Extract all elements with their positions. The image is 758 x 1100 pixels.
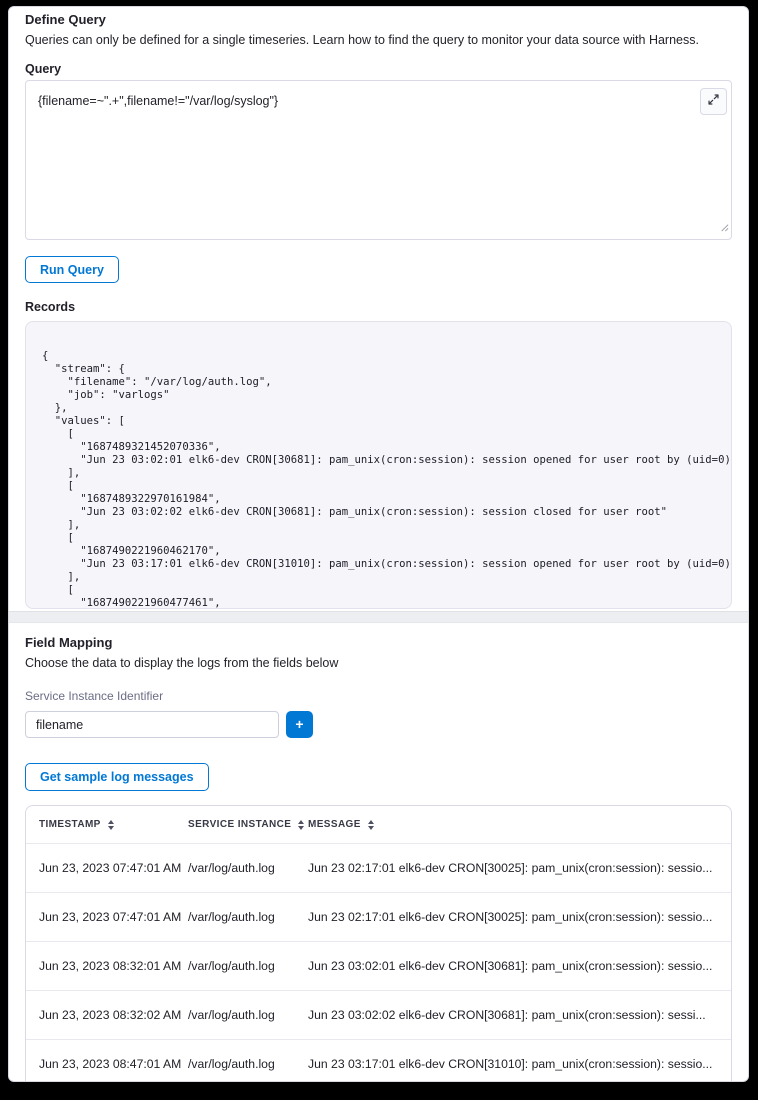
column-header-label: SERVICE INSTANCE xyxy=(188,819,291,830)
resize-grip-icon[interactable] xyxy=(718,219,729,237)
service-instance-input[interactable] xyxy=(25,711,279,738)
query-input[interactable]: {filename=~".+",filename!="/var/log/sysl… xyxy=(26,81,731,121)
table-row[interactable]: Jun 23, 2023 07:47:01 AM /var/log/auth.l… xyxy=(26,892,731,941)
cell-message: Jun 23 03:02:01 elk6-dev CRON[30681]: pa… xyxy=(308,959,725,973)
cell-service-instance: /var/log/auth.log xyxy=(188,861,308,875)
cell-service-instance: /var/log/auth.log xyxy=(188,1057,308,1071)
cell-message: Jun 23 02:17:01 elk6-dev CRON[30025]: pa… xyxy=(308,861,725,875)
records-json: { "stream": { "filename": "/var/log/auth… xyxy=(26,322,731,609)
column-header-label: MESSAGE xyxy=(308,819,361,830)
table-row[interactable]: Jun 23, 2023 08:32:01 AM /var/log/auth.l… xyxy=(26,941,731,990)
expand-icon xyxy=(707,93,720,111)
sort-icon[interactable] xyxy=(298,820,304,830)
table-body: Jun 23, 2023 07:47:01 AM /var/log/auth.l… xyxy=(26,843,731,1082)
cell-timestamp: Jun 23, 2023 08:47:01 AM xyxy=(39,1057,188,1071)
cell-timestamp: Jun 23, 2023 07:47:01 AM xyxy=(39,861,188,875)
add-field-button[interactable]: + xyxy=(286,711,313,738)
expand-query-button[interactable] xyxy=(700,88,727,115)
records-label: Records xyxy=(25,300,732,314)
section-title-define-query: Define Query xyxy=(25,12,732,28)
sample-logs-table: TIMESTAMP SERVICE INSTANCE MESSAGE Jun 2… xyxy=(25,805,732,1082)
column-header-timestamp[interactable]: TIMESTAMP xyxy=(39,819,188,830)
define-query-description: Queries can only be defined for a single… xyxy=(25,33,732,48)
run-query-button[interactable]: Run Query xyxy=(25,256,119,283)
query-label: Query xyxy=(25,62,732,76)
service-instance-label: Service Instance Identifier xyxy=(25,689,732,703)
cell-message: Jun 23 03:17:01 elk6-dev CRON[31010]: pa… xyxy=(308,1057,725,1071)
cell-timestamp: Jun 23, 2023 07:47:01 AM xyxy=(39,910,188,924)
column-header-service-instance[interactable]: SERVICE INSTANCE xyxy=(188,819,308,830)
table-row[interactable]: Jun 23, 2023 08:47:01 AM /var/log/auth.l… xyxy=(26,1039,731,1082)
cell-service-instance: /var/log/auth.log xyxy=(188,959,308,973)
get-sample-log-messages-button[interactable]: Get sample log messages xyxy=(25,763,209,791)
sort-icon[interactable] xyxy=(108,820,114,830)
plus-icon: + xyxy=(295,716,303,732)
column-header-label: TIMESTAMP xyxy=(39,819,101,830)
table-row[interactable]: Jun 23, 2023 08:32:02 AM /var/log/auth.l… xyxy=(26,990,731,1039)
cell-message: Jun 23 02:17:01 elk6-dev CRON[30025]: pa… xyxy=(308,910,725,924)
cell-service-instance: /var/log/auth.log xyxy=(188,910,308,924)
query-editor[interactable]: {filename=~".+",filename!="/var/log/sysl… xyxy=(25,80,732,240)
cell-timestamp: Jun 23, 2023 08:32:02 AM xyxy=(39,1008,188,1022)
field-mapping-section: Field Mapping Choose the data to display… xyxy=(9,623,748,1082)
table-row[interactable]: Jun 23, 2023 07:47:01 AM /var/log/auth.l… xyxy=(26,843,731,892)
records-panel[interactable]: { "stream": { "filename": "/var/log/auth… xyxy=(25,321,732,609)
section-divider xyxy=(9,611,748,623)
cell-service-instance: /var/log/auth.log xyxy=(188,1008,308,1022)
define-query-section: Define Query Queries can only be defined… xyxy=(9,7,748,609)
section-title-field-mapping: Field Mapping xyxy=(25,635,732,651)
cell-message: Jun 23 03:02:02 elk6-dev CRON[30681]: pa… xyxy=(308,1008,725,1022)
column-header-message[interactable]: MESSAGE xyxy=(308,819,725,830)
service-instance-row: + xyxy=(25,711,732,738)
sort-icon[interactable] xyxy=(368,820,374,830)
table-header-row: TIMESTAMP SERVICE INSTANCE MESSAGE xyxy=(26,806,731,843)
cell-timestamp: Jun 23, 2023 08:32:01 AM xyxy=(39,959,188,973)
field-mapping-description: Choose the data to display the logs from… xyxy=(25,656,732,671)
content-panel: Define Query Queries can only be defined… xyxy=(8,6,749,1082)
